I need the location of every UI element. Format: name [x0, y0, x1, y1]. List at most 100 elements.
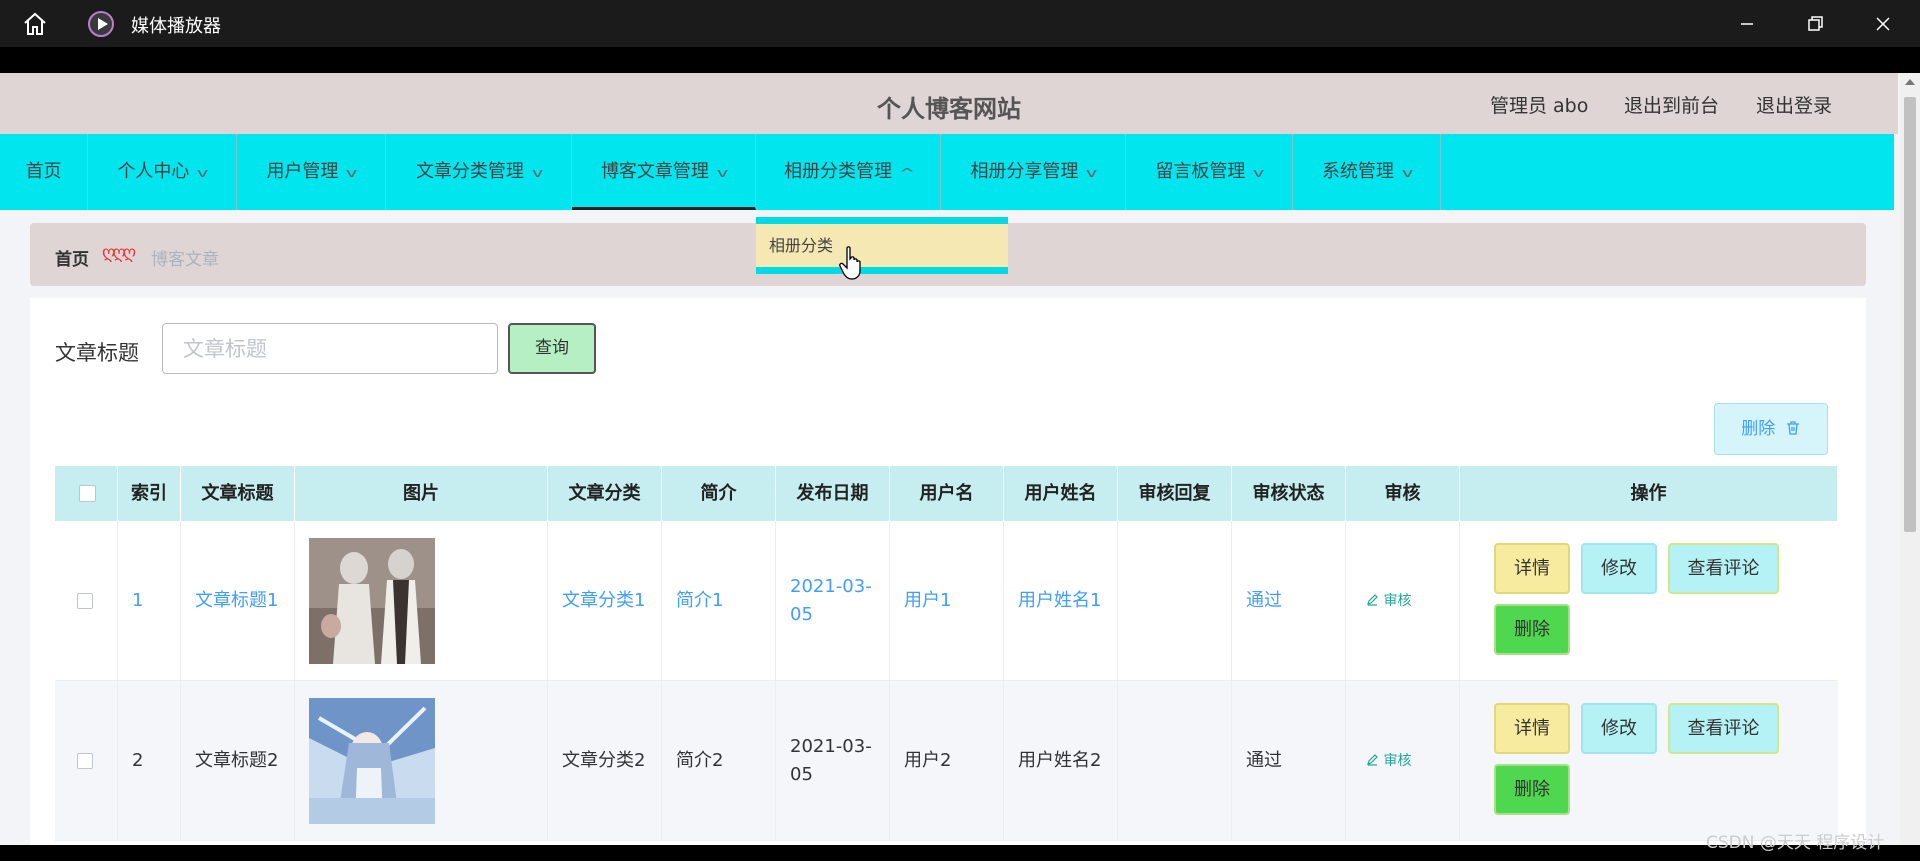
query-button[interactable]: 查询	[508, 323, 596, 374]
select-all-checkbox[interactable]	[79, 485, 96, 502]
window-titlebar: 媒体播放器	[0, 0, 1920, 47]
edit-button[interactable]: 修改	[1581, 703, 1657, 754]
status-cell: 通过	[1232, 521, 1346, 681]
reply-cell	[1118, 681, 1232, 841]
nav-label: 相册分类管理	[783, 161, 892, 182]
table-row: 2 文章标题2 文章分类2 简介2 2021-03- 05 用户2 用户姓名2 …	[55, 681, 1838, 841]
table-header: 索引 文章标题 图片 文章分类 简介 发布日期 用户名 用户姓名 审核回复 审核…	[55, 466, 1838, 521]
article-image	[309, 698, 435, 824]
detail-button[interactable]: 详情	[1494, 543, 1570, 594]
intro-cell: 简介1	[662, 521, 776, 681]
audit-cell: 审核	[1346, 681, 1460, 841]
image-cell	[295, 681, 548, 841]
nav-label: 个人中心	[117, 161, 190, 182]
dropdown-item-album-category[interactable]: 相册分类	[756, 224, 1008, 267]
index-cell: 1	[118, 521, 181, 681]
nav-item-article-category[interactable]: 文章分类管理 v	[386, 134, 572, 210]
minimize-icon[interactable]	[1733, 10, 1761, 38]
row-checkbox[interactable]	[77, 753, 93, 769]
reply-cell	[1118, 521, 1232, 681]
site-header: 个人博客网站 管理员 abo 退出到前台 退出登录	[0, 73, 1898, 134]
detail-button[interactable]: 详情	[1494, 703, 1570, 754]
breadcrumb-separator: ღღღ	[102, 243, 136, 263]
date-line: 05	[790, 764, 813, 785]
column-header: 图片	[295, 466, 548, 521]
category-cell: 文章分类2	[548, 681, 662, 841]
column-header: 索引	[118, 466, 181, 521]
actions-cell: 详情 修改 查看评论 删除	[1478, 681, 1838, 841]
search-input[interactable]	[162, 323, 498, 374]
page-title: 个人博客网站	[877, 95, 1021, 123]
nav-label: 系统管理	[1321, 161, 1394, 182]
column-header: 操作	[1460, 466, 1838, 521]
nav-label: 用户管理	[266, 161, 339, 182]
batch-delete-label: 删除	[1741, 419, 1776, 439]
breadcrumb-home[interactable]: 首页	[55, 245, 89, 270]
date-cell: 2021-03- 05	[776, 681, 890, 841]
chevron-down-icon: v	[531, 166, 544, 180]
nav-item-album-share[interactable]: 相册分享管理 v	[941, 134, 1126, 210]
edit-button[interactable]: 修改	[1581, 543, 1657, 594]
column-header: 用户名	[890, 466, 1004, 521]
trash-icon	[1786, 421, 1799, 435]
date-line: 05	[790, 604, 813, 625]
nav-label: 博客文章管理	[600, 161, 709, 182]
date-cell: 2021-03- 05	[776, 521, 890, 681]
view-comments-button[interactable]: 查看评论	[1668, 703, 1779, 754]
audit-cell: 审核	[1346, 521, 1460, 681]
table-row: 1 文章标题1 文章分类1 简介1 2021-03- 05 用户1 用户姓名1 …	[55, 521, 1838, 681]
row-select-cell	[55, 521, 118, 681]
close-icon[interactable]	[1869, 10, 1897, 38]
nav-item-home[interactable]: 首页	[0, 134, 88, 210]
admin-label: 管理员 abo	[1490, 95, 1589, 117]
image-cell	[295, 521, 548, 681]
chevron-down-icon: v	[1253, 166, 1265, 180]
column-header: 简介	[662, 466, 776, 521]
realname-cell: 用户姓名2	[1004, 681, 1118, 841]
content-panel: 文章标题 查询 删除 索引 文章标题 图片 文章分类 简介 发布日期 用户名 用…	[30, 298, 1866, 845]
chevron-down-icon: v	[197, 166, 209, 180]
row-checkbox[interactable]	[77, 593, 93, 609]
delete-button[interactable]: 删除	[1494, 604, 1570, 655]
main-nav: 首页 个人中心 v 用户管理 v 文章分类管理 v 博客文章管理 v 相册分类管理 ^ 相…	[0, 134, 1894, 210]
nav-label: 首页	[25, 161, 62, 182]
batch-delete-button[interactable]: 删除	[1714, 403, 1828, 455]
chevron-down-icon: v	[716, 166, 729, 180]
hand-cursor-icon	[839, 246, 861, 280]
realname-cell: 用户姓名1	[1004, 521, 1118, 681]
nav-item-blog-articles[interactable]: 博客文章管理 v	[572, 134, 756, 210]
chevron-down-icon: v	[1401, 166, 1414, 180]
exit-to-front-link[interactable]: 退出到前台	[1624, 91, 1719, 118]
actions-cell: 详情 修改 查看评论 删除	[1478, 521, 1838, 681]
date-line: 2021-03-	[790, 576, 872, 597]
chevron-down-icon: v	[1086, 166, 1098, 180]
home-icon[interactable]	[22, 11, 48, 37]
chevron-down-icon: v	[346, 166, 358, 180]
restore-icon[interactable]	[1801, 10, 1829, 38]
audit-link[interactable]: 审核	[1366, 587, 1411, 615]
nav-item-system[interactable]: 系统管理 v	[1293, 134, 1441, 210]
column-header: 审核	[1346, 466, 1460, 521]
video-letterbox	[0, 47, 1920, 73]
logout-link[interactable]: 退出登录	[1756, 91, 1832, 118]
title-cell: 文章标题2	[181, 681, 295, 841]
view-comments-button[interactable]: 查看评论	[1668, 543, 1779, 594]
breadcrumb-current: 博客文章	[151, 250, 219, 270]
audit-link[interactable]: 审核	[1366, 747, 1411, 775]
scrollbar-thumb[interactable]	[1904, 97, 1916, 532]
username-cell: 用户1	[890, 521, 1004, 681]
window-title: 媒体播放器	[131, 16, 221, 37]
nav-item-user-management[interactable]: 用户管理 v	[237, 134, 386, 210]
nav-item-album-category[interactable]: 相册分类管理 ^	[756, 134, 941, 210]
nav-item-message-board[interactable]: 留言板管理 v	[1126, 134, 1293, 210]
vertical-scrollbar[interactable]	[1900, 73, 1920, 845]
delete-button[interactable]: 删除	[1494, 764, 1570, 815]
title-cell: 文章标题1	[181, 521, 295, 681]
edit-icon	[1367, 754, 1378, 766]
username-cell: 用户2	[890, 681, 1004, 841]
scroll-up-arrow-icon[interactable]	[1905, 79, 1915, 85]
column-header: 发布日期	[776, 466, 890, 521]
column-header: 文章标题	[181, 466, 295, 521]
column-header: 用户姓名	[1004, 466, 1118, 521]
nav-item-personal-center[interactable]: 个人中心 v	[88, 134, 237, 210]
